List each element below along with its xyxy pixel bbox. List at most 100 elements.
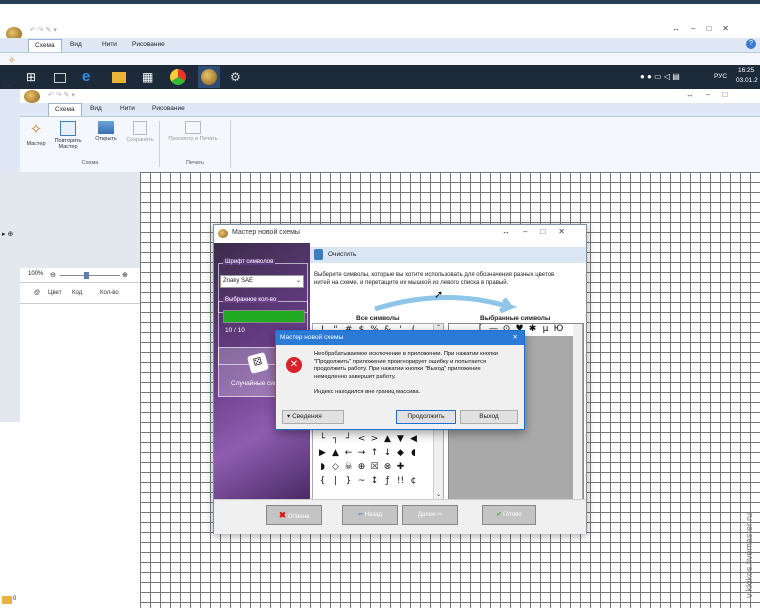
inner-caption-buttons[interactable]: ↔–□ (686, 90, 739, 99)
symbol-cell[interactable]: ~ (356, 476, 367, 487)
symbol-cell[interactable]: ⊗ (382, 462, 393, 473)
inner-tab-scheme[interactable]: Схема (48, 103, 82, 116)
symbol-cell[interactable]: ▶ (317, 448, 328, 459)
print-preview-button[interactable]: Просмотр и Печать (156, 121, 230, 142)
symbol-cell[interactable]: ↕ (369, 476, 380, 487)
wizard-caption-buttons[interactable]: ↔–□✕ (502, 227, 578, 236)
wizard-restore-icon[interactable]: ↔ (502, 227, 523, 236)
outer-caption-buttons[interactable]: ↔–□✕ (672, 24, 752, 33)
wizard-close-icon[interactable]: ✕ (558, 227, 578, 236)
selected-symbols-scrollbar[interactable] (573, 324, 582, 500)
details-button[interactable]: ▾ Сведения (282, 410, 344, 424)
folder-icon[interactable] (2, 596, 12, 604)
inner-minimize-icon[interactable]: – (706, 90, 722, 99)
restore-icon[interactable]: ↔ (672, 24, 691, 33)
cancel-button[interactable]: ✖ Отмена (266, 505, 322, 525)
wizard-button[interactable]: ✧ Мастер (20, 121, 52, 147)
continue-button[interactable]: Продолжить (396, 410, 456, 424)
symbol-cell[interactable]: { (317, 476, 328, 487)
next-button[interactable]: Далее ⇨ (402, 505, 458, 525)
expand-icon[interactable]: ▸ ⊕ (2, 230, 13, 238)
save-button[interactable]: Сохранить (124, 121, 156, 143)
inner-tab-view[interactable]: Вид (84, 103, 108, 115)
selected-symbol-cell[interactable]: Ю (553, 324, 564, 335)
symbol-cell[interactable]: !! (395, 476, 406, 487)
language-indicator[interactable]: РУС (714, 73, 727, 80)
tab-scheme[interactable]: Схема (28, 39, 62, 52)
random-symbols-button[interactable]: ⚄ Случайные сим (218, 347, 280, 397)
symbol-cell[interactable] (408, 462, 419, 473)
symbol-cell[interactable]: ┘ (343, 434, 354, 445)
inner-maximize-icon[interactable]: □ (722, 90, 739, 99)
symbol-cell[interactable]: ◗ (317, 462, 328, 473)
repeat-wizard-button[interactable]: Повторить Мастер (52, 121, 84, 150)
symbol-cell[interactable]: ƒ (382, 476, 393, 487)
wizard-maximize-icon[interactable]: □ (540, 227, 558, 236)
task-view-icon[interactable] (54, 73, 66, 83)
clock-time[interactable]: 16:25 (738, 67, 754, 74)
start-icon[interactable]: ⊞ (26, 69, 42, 85)
minimize-icon[interactable]: – (691, 24, 706, 33)
explorer-icon[interactable] (112, 72, 126, 83)
symbol-cell[interactable]: ← (343, 448, 354, 459)
maximize-icon[interactable]: □ (706, 24, 722, 33)
clear-label[interactable]: Очистить (328, 251, 356, 258)
clock-date[interactable]: 03.01.2 (736, 77, 758, 84)
column-color[interactable]: Цвет (48, 290, 61, 296)
symbol-cell[interactable]: | (330, 476, 341, 487)
close-icon[interactable]: ✕ (722, 24, 740, 33)
zoom-in-icon[interactable]: ⊕ (122, 271, 128, 279)
active-app-button[interactable] (198, 66, 220, 88)
symbol-cell[interactable]: < (356, 434, 367, 445)
symbol-cell[interactable]: ✚ (395, 462, 406, 473)
quick-access-icon[interactable]: ↶ ↷ ✎ ▾ (30, 26, 57, 34)
font-select[interactable]: Znaky SAE ⌄ (220, 275, 304, 288)
inner-tab-drawing[interactable]: Рисование (146, 103, 191, 115)
symbol-cell[interactable]: ☠ (343, 462, 354, 473)
inner-quick-access-icon[interactable]: ↶ ↷ ✎ ▾ (48, 91, 75, 99)
edge-icon[interactable]: e (82, 69, 98, 85)
column-code[interactable]: Код (72, 290, 82, 296)
wizard-minimize-icon[interactable]: – (523, 227, 540, 236)
help-icon[interactable]: ? (746, 39, 756, 49)
symbol-cell[interactable]: ☒ (369, 462, 380, 473)
store-icon[interactable]: ▦ (142, 69, 158, 85)
selected-symbol-cell[interactable]: μ (540, 324, 551, 335)
open-button[interactable]: Открыть (90, 121, 122, 142)
tray-icons[interactable]: ● ● ▭ ◁ ▤ (640, 72, 680, 81)
symbol-cell[interactable]: ▲ (330, 448, 341, 459)
zoom-slider[interactable] (60, 275, 120, 276)
symbol-cell[interactable]: ▲ (382, 434, 393, 445)
symbol-cell[interactable]: > (369, 434, 380, 445)
clear-icon[interactable] (314, 249, 323, 260)
symbol-cell[interactable]: ◆ (395, 448, 406, 459)
exit-button[interactable]: Выход (460, 410, 518, 424)
tab-view[interactable]: Вид (64, 39, 88, 51)
tab-drawing[interactable]: Рисование (126, 39, 171, 51)
tool-icon[interactable]: ⚙ (230, 69, 246, 85)
symbol-cell[interactable]: ◖ (408, 448, 419, 459)
symbol-cell[interactable]: ▼ (395, 434, 406, 445)
inner-restore-icon[interactable]: ↔ (686, 90, 706, 99)
finish-button[interactable]: ✔ Готово (482, 505, 536, 525)
symbol-cell[interactable]: ┐ (330, 434, 341, 445)
inner-tab-threads[interactable]: Нити (114, 103, 141, 115)
back-button[interactable]: ⇦ Назад (342, 505, 398, 525)
selected-symbol-cell[interactable]: ✱ (527, 324, 538, 335)
symbol-cell[interactable]: ⊕ (356, 462, 367, 473)
tab-threads[interactable]: Нити (96, 39, 123, 51)
column-count[interactable]: Кол-во (100, 290, 119, 296)
symbol-cell[interactable]: ◀ (408, 434, 419, 445)
zoom-slider-thumb[interactable] (84, 272, 89, 279)
zoom-out-icon[interactable]: ⊖ (50, 271, 56, 279)
symbol-cell[interactable]: └ (317, 434, 328, 445)
chrome-icon[interactable] (170, 69, 186, 85)
symbol-cell[interactable]: ¢ (408, 476, 419, 487)
column-at[interactable]: @ (34, 290, 40, 296)
scroll-down-icon[interactable]: ⌄ (434, 491, 443, 498)
symbol-cell[interactable]: ↓ (382, 448, 393, 459)
symbol-cell[interactable]: } (343, 476, 354, 487)
symbol-cell[interactable]: ◇ (330, 462, 341, 473)
symbol-cell[interactable]: ↑ (369, 448, 380, 459)
symbol-cell[interactable]: → (356, 448, 367, 459)
